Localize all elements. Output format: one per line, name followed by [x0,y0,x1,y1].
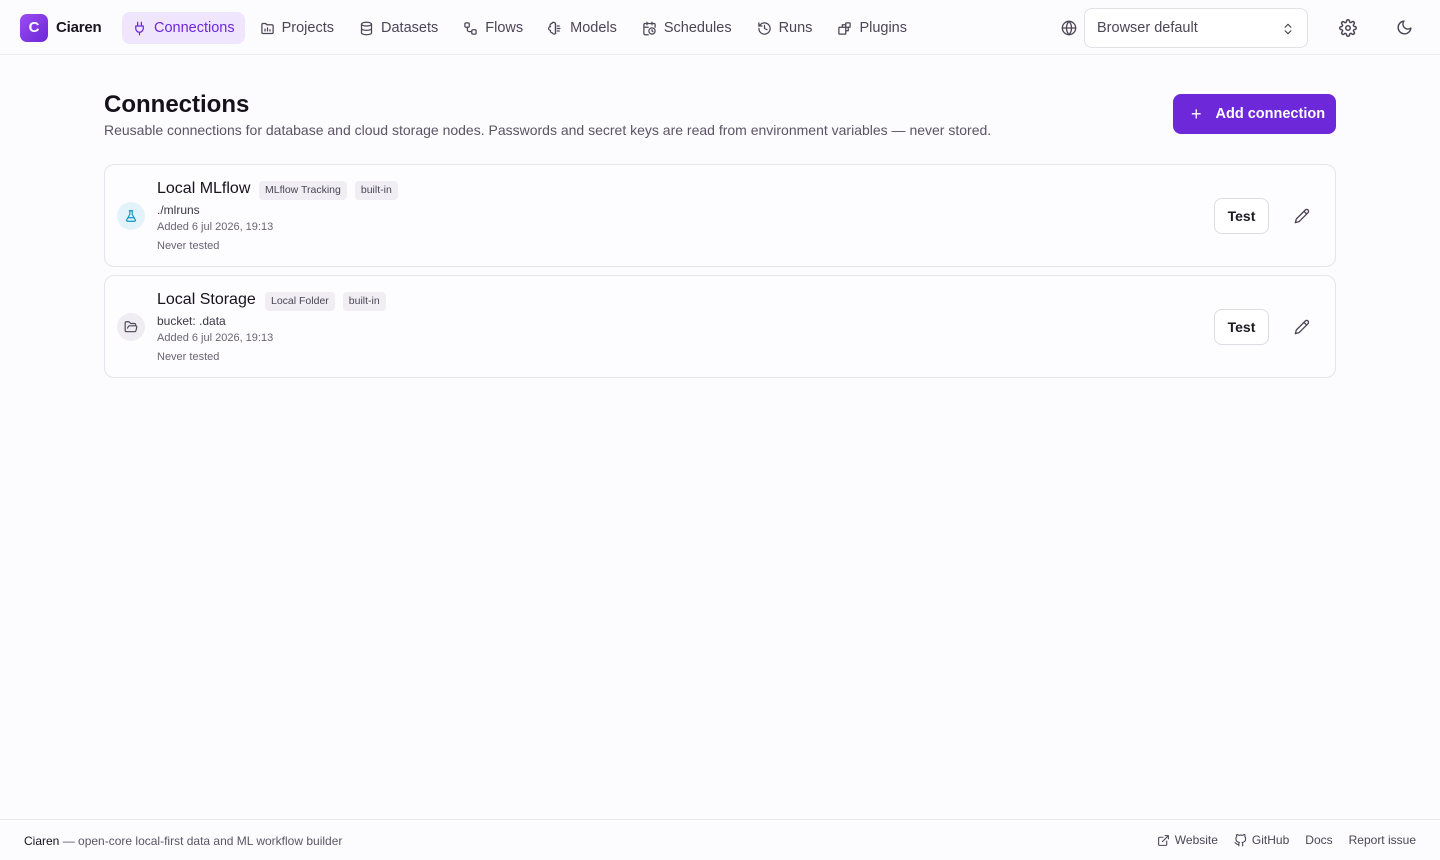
test-connection-button[interactable]: Test [1214,198,1269,234]
plug-icon [135,21,144,35]
nav-label: Flows [485,20,524,36]
nav-item-models[interactable]: Models [538,12,627,44]
connection-type-badge: Local Folder [265,292,335,311]
folder-open-icon [124,321,138,333]
nav-label: Runs [778,20,813,36]
nav-item-datasets[interactable]: Datasets [349,12,448,44]
connection-type-icon [117,313,145,341]
plus-icon: + [1191,104,1202,124]
nav-label: Connections [154,20,235,36]
brain-icon [548,21,561,35]
connection-badges: MLflow Tracking built-in [259,181,398,200]
connection-type-badge: MLflow Tracking [259,181,347,200]
history-icon [757,21,771,35]
footer-tagline-text: — open-core local-first data and ML work… [59,834,343,848]
language-select-value: Browser default [1097,20,1198,36]
globe-icon [1061,20,1077,36]
moon-icon[interactable] [1396,19,1413,36]
footer-tagline: Ciaren — open-core local-first data and … [24,834,342,848]
nav-label: Plugins [859,20,907,36]
nav-item-flows[interactable]: Flows [453,12,533,44]
connection-path: bucket: .data [157,314,226,328]
test-connection-button[interactable]: Test [1214,309,1269,345]
top-nav-bar: C Ciaren Connections Projects Datasets F… [0,0,1440,55]
database-icon [360,21,373,35]
app-name[interactable]: Ciaren [56,19,102,36]
page-subtitle: Reusable connections for database and cl… [104,122,992,138]
website-link-label: Website [1174,833,1218,847]
add-connection-label: Add connection [1215,106,1326,122]
nav-label: Datasets [381,20,439,36]
pencil-icon[interactable] [1294,208,1310,224]
connection-name: Local Storage [157,291,256,308]
nav-label: Schedules [663,20,732,36]
footer-brand[interactable]: Ciaren [24,834,59,848]
connection-card: Local Storage Local Folder built-in buck… [104,275,1336,378]
nav-item-connections[interactable]: Connections [122,12,245,44]
connection-name: Local MLflow [157,180,251,197]
footer: Ciaren — open-core local-first data and … [0,819,1440,860]
nav-item-plugins[interactable]: Plugins [827,12,917,44]
github-link[interactable]: GitHub [1234,833,1289,847]
external-link-icon [1157,834,1169,846]
nav-item-runs[interactable]: Runs [747,12,823,44]
report-issue-link-label: Report issue [1348,833,1416,847]
docs-link[interactable]: Docs [1305,833,1332,847]
connection-card: Local MLflow MLflow Tracking built-in ./… [104,164,1336,267]
nav-item-schedules[interactable]: Schedules [632,12,742,44]
builtin-badge: built-in [342,292,386,311]
puzzle-icon [838,21,852,35]
flask-icon [126,210,136,222]
main-nav: Connections Projects Datasets Flows Mode… [122,12,922,44]
add-connection-button[interactable]: + Add connection [1173,94,1336,134]
connection-badges: Local Folder built-in [265,292,386,311]
folder-chart-icon [260,22,274,34]
connection-added-date: Added 6 jul 2026, 19:13 [157,332,274,344]
nav-item-projects[interactable]: Projects [250,12,344,44]
connection-path: ./mlruns [157,203,200,217]
nav-label: Projects [281,20,334,36]
language-select[interactable]: Browser default [1084,8,1308,48]
calendar-clock-icon [643,21,656,35]
gear-icon[interactable] [1339,19,1357,37]
chevrons-up-down-icon [1284,23,1292,35]
builtin-badge: built-in [354,181,398,200]
connection-type-icon [117,202,145,230]
connection-added-date: Added 6 jul 2026, 19:13 [157,221,274,233]
pencil-icon[interactable] [1294,319,1310,335]
app-logo[interactable]: C [20,14,48,42]
docs-link-label: Docs [1305,833,1333,847]
website-link[interactable]: Website [1157,833,1218,847]
github-icon [1234,833,1247,846]
connection-test-status: Never tested [157,240,220,252]
nav-label: Models [570,20,617,36]
report-issue-link[interactable]: Report issue [1349,833,1416,847]
connection-test-status: Never tested [157,351,220,363]
github-link-label: GitHub [1251,833,1290,847]
workflow-icon [464,21,477,35]
page-title: Connections [104,91,250,118]
footer-links: Website GitHub Docs Report issue [1141,833,1416,847]
